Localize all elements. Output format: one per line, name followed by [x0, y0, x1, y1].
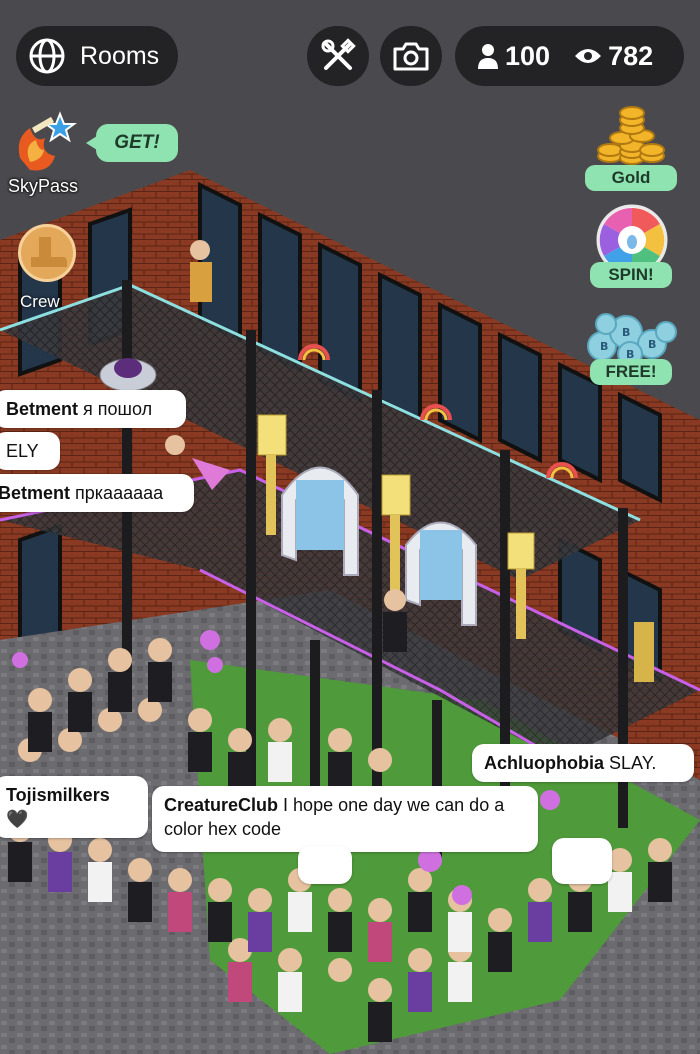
chat-username: Betment — [6, 399, 79, 419]
golden-harp — [634, 622, 654, 682]
svg-text:B: B — [600, 340, 608, 353]
chat-username: CreatureClub — [164, 795, 279, 815]
chat-message: SLAY. — [609, 753, 657, 773]
get-skypass-button[interactable]: GET! — [86, 124, 178, 162]
tools-button[interactable] — [307, 26, 369, 86]
chat-bubble-typing — [298, 846, 352, 884]
chat-bubble: Achluophobia SLAY. — [472, 744, 694, 782]
chat-bubble: Tojismilkers 🖤 — [0, 776, 148, 838]
bubbles-icon[interactable]: BBBB — [586, 310, 678, 366]
chat-username: Achluophobia — [484, 753, 604, 773]
spin-button[interactable]: SPIN! — [590, 262, 672, 288]
camera-button[interactable] — [380, 26, 442, 86]
viewer-count: 782 — [608, 40, 654, 71]
eye-icon — [575, 49, 602, 63]
chat-bubble: ELY — [0, 432, 60, 470]
boot-icon — [31, 237, 67, 267]
tools-icon — [321, 38, 356, 70]
gold-button[interactable]: Gold — [585, 165, 677, 191]
crew-icon[interactable] — [18, 224, 76, 282]
chat-bubble: CreatureClub I hope one day we can do a … — [152, 786, 538, 852]
chat-message: ELY — [6, 441, 39, 461]
chat-username: Betment — [0, 483, 71, 503]
skypass-label: SkyPass — [8, 176, 79, 196]
chat-username: Tojismilkers — [6, 785, 110, 805]
chat-message: я пошол — [83, 399, 153, 419]
svg-text:B: B — [622, 326, 630, 339]
crew-label: Crew — [20, 292, 60, 311]
chat-message: пркаааааа — [75, 483, 164, 503]
svg-text:B: B — [648, 338, 656, 351]
free-bubbles-button[interactable]: FREE! — [590, 359, 672, 385]
rooms-button[interactable]: Rooms — [16, 26, 178, 86]
chat-message: 🖤 — [6, 809, 29, 829]
user-count: 100 — [505, 40, 551, 71]
chat-bubble: Betment пркаааааа — [0, 474, 194, 512]
chat-bubble: Betment я пошол — [0, 390, 186, 428]
room-stats: 100 782 — [455, 26, 684, 86]
gold-coins-icon[interactable] — [596, 106, 666, 168]
rooms-label: Rooms — [80, 41, 160, 70]
globe-icon — [29, 38, 65, 74]
person-icon — [478, 44, 498, 69]
chat-bubble-typing — [552, 838, 612, 884]
camera-icon — [393, 42, 429, 71]
skypass-icon[interactable] — [10, 108, 80, 180]
